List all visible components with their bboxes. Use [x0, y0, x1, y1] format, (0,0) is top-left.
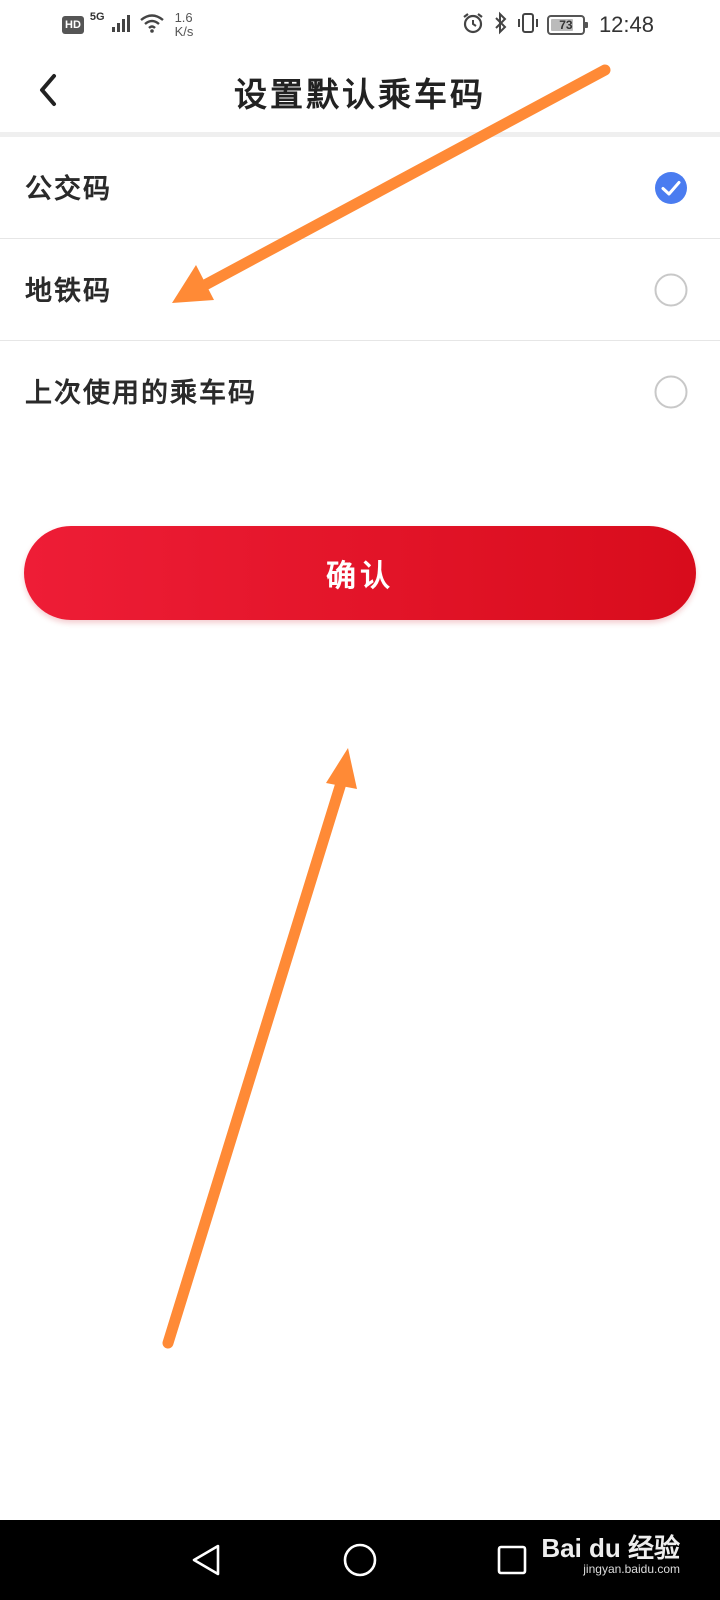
option-last-used-code[interactable]: 上次使用的乘车码 — [0, 341, 720, 443]
square-recents-icon — [497, 1545, 527, 1575]
status-right: 73 12:48 — [461, 10, 654, 40]
system-nav-bar: Bai du 经验 jingyan.baidu.com — [0, 1520, 720, 1600]
alarm-icon — [461, 11, 485, 40]
bluetooth-icon — [493, 11, 509, 40]
battery-level: 73 — [559, 18, 573, 32]
battery-icon: 73 — [546, 15, 588, 35]
arrow-to-confirm-button — [162, 748, 357, 1349]
option-label: 公交码 — [25, 174, 112, 205]
watermark-brand: Bai du 经验 — [541, 1533, 680, 1563]
status-left: HD 5G 1.6 K/s — [62, 10, 193, 40]
network-type: 5G — [89, 11, 105, 23]
baidu-jingyan-watermark: Bai du 经验 jingyan.baidu.com — [541, 1534, 680, 1576]
vibrate-icon — [517, 11, 539, 40]
nav-bar: 设置默认乘车码 — [0, 48, 720, 132]
checked-radio-icon[interactable] — [654, 171, 688, 205]
hd-badge: HD — [62, 16, 84, 34]
option-list: 公交码 地铁码 上次使用的乘车码 — [0, 137, 720, 443]
option-label: 上次使用的乘车码 — [25, 378, 257, 409]
wifi-icon — [139, 13, 165, 38]
net-speed-unit: K/s — [174, 24, 194, 39]
nav-recents-button[interactable] — [490, 1538, 534, 1582]
net-speed: 1.6 K/s — [175, 11, 194, 39]
screen: HD 5G 1.6 K/s 73 12:48 设置默认乘车码 公交码 地铁码 上… — [0, 0, 720, 1600]
nav-back-button[interactable] — [184, 1538, 228, 1582]
net-speed-value: 1.6 — [174, 10, 193, 25]
unchecked-radio-icon[interactable] — [654, 375, 688, 409]
circle-home-icon — [343, 1543, 377, 1577]
unchecked-radio-icon[interactable] — [654, 273, 688, 307]
triangle-back-icon — [192, 1544, 220, 1576]
page-title: 设置默认乘车码 — [234, 75, 486, 114]
nav-home-button[interactable] — [338, 1538, 382, 1582]
option-metro-code[interactable]: 地铁码 — [0, 239, 720, 341]
clock: 12:48 — [598, 12, 654, 37]
status-bar: HD 5G 1.6 K/s 73 12:48 — [0, 0, 720, 48]
watermark-site: jingyan.baidu.com — [583, 1562, 680, 1576]
option-bus-code[interactable]: 公交码 — [0, 137, 720, 239]
option-label: 地铁码 — [25, 276, 112, 307]
signal-icon — [111, 14, 133, 37]
confirm-button[interactable]: 确认 — [24, 526, 696, 620]
